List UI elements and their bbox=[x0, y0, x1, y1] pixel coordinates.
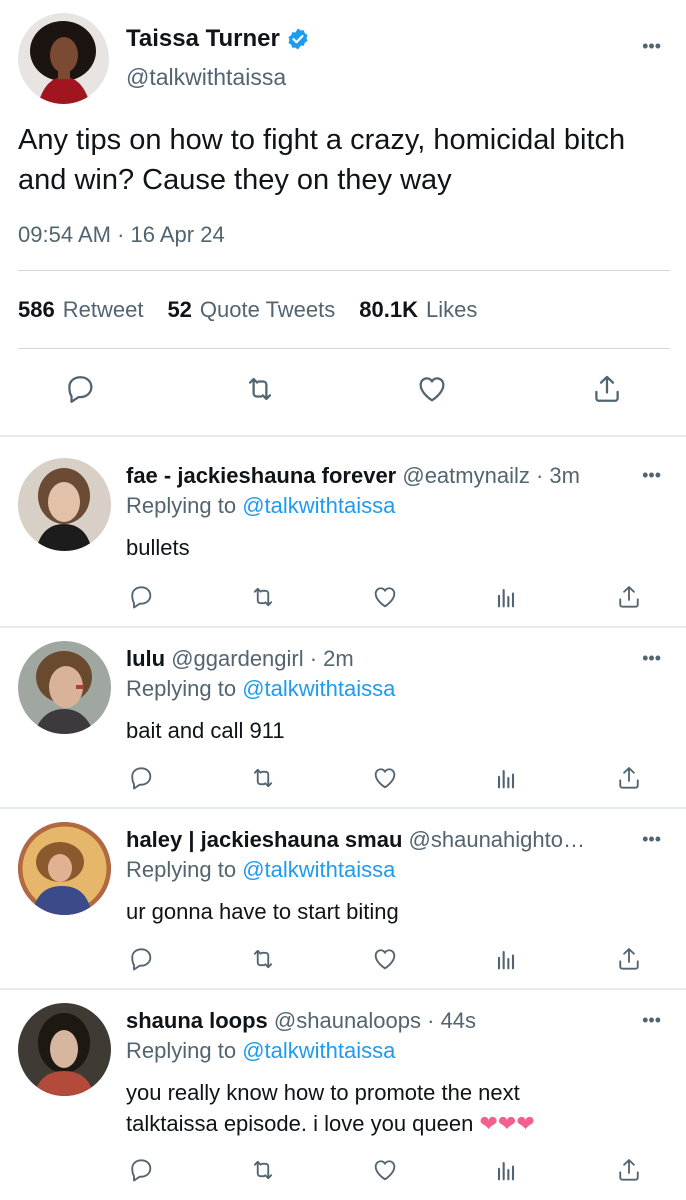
reply-text: you really know how to promote the next … bbox=[126, 1077, 646, 1139]
reply-tweet[interactable]: fae - jackieshauna forever @eatmynailz ·… bbox=[0, 437, 686, 617]
author-name-row: Taissa Turner bbox=[126, 24, 310, 54]
replying-to: Replying to @talkwithtaissa bbox=[126, 676, 395, 702]
heart-emoji-icon: ❤❤❤ bbox=[479, 1111, 535, 1136]
reply-actions bbox=[0, 945, 686, 985]
reply-actions bbox=[0, 583, 686, 623]
reply-tweet[interactable]: lulu @ggardengirl · 2m ••• Replying to @… bbox=[0, 620, 686, 800]
divider bbox=[18, 270, 670, 271]
quotes-stat[interactable]: 52 Quote Tweets bbox=[167, 297, 335, 323]
heart-icon[interactable] bbox=[371, 945, 399, 973]
reply-icon[interactable] bbox=[127, 764, 155, 792]
reply-author-meta[interactable]: @ggardengirl · 2m bbox=[165, 646, 354, 671]
share-icon[interactable] bbox=[615, 945, 643, 973]
reply-author-name[interactable]: lulu bbox=[126, 646, 165, 671]
heart-icon[interactable] bbox=[371, 583, 399, 611]
likes-count: 80.1K bbox=[359, 297, 418, 322]
reply-header: fae - jackieshauna forever @eatmynailz ·… bbox=[126, 463, 626, 489]
likes-stat[interactable]: 80.1K Likes bbox=[359, 297, 477, 323]
reply-author-name[interactable]: haley | jackieshauna smau bbox=[126, 827, 402, 852]
reply-text-line: you really know how to promote the next bbox=[126, 1080, 520, 1105]
tweet-timestamp[interactable]: 09:54 AM · 16 Apr 24 bbox=[18, 222, 225, 248]
analytics-icon[interactable] bbox=[492, 1156, 520, 1184]
avatar[interactable] bbox=[18, 822, 111, 915]
reply-text-segment: talktaissa episode. i love you queen bbox=[126, 1111, 480, 1136]
replying-prefix: Replying to bbox=[126, 676, 243, 701]
reply-icon[interactable] bbox=[127, 945, 155, 973]
reply-tweet[interactable]: shauna loops @shaunaloops · 44s ••• Repl… bbox=[0, 982, 686, 1200]
heart-icon[interactable] bbox=[371, 764, 399, 792]
reply-icon[interactable] bbox=[127, 1156, 155, 1184]
replying-handle-link[interactable]: @talkwithtaissa bbox=[242, 676, 395, 701]
reply-tweet[interactable]: haley | jackieshauna smau @shaunahighto…… bbox=[0, 801, 686, 981]
replying-to: Replying to @talkwithtaissa bbox=[126, 857, 395, 883]
share-icon[interactable] bbox=[615, 764, 643, 792]
reply-header: lulu @ggardengirl · 2m bbox=[126, 646, 626, 672]
replying-handle-link[interactable]: @talkwithtaissa bbox=[242, 857, 395, 882]
more-options-icon[interactable]: ••• bbox=[642, 829, 661, 850]
replying-prefix: Replying to bbox=[126, 857, 243, 882]
main-tweet: Taissa Turner @talkwithtaissa ••• Any ti… bbox=[0, 0, 686, 436]
retweets-count: 586 bbox=[18, 297, 55, 322]
replying-handle-link[interactable]: @talkwithtaissa bbox=[242, 493, 395, 518]
replying-prefix: Replying to bbox=[126, 1038, 243, 1063]
author-handle[interactable]: @talkwithtaissa bbox=[126, 64, 286, 91]
reply-text-line: talktaissa episode. i love you queen ❤❤❤ bbox=[126, 1108, 646, 1139]
reply-text: bait and call 911 bbox=[126, 718, 285, 743]
reply-header: shauna loops @shaunaloops · 44s bbox=[126, 1008, 626, 1034]
reply-author-meta[interactable]: @shaunahighto… bbox=[402, 827, 585, 852]
retweet-icon[interactable] bbox=[249, 583, 277, 611]
avatar[interactable] bbox=[18, 13, 109, 104]
reply-author-name[interactable]: fae - jackieshauna forever bbox=[126, 463, 396, 488]
analytics-icon[interactable] bbox=[492, 945, 520, 973]
replying-prefix: Replying to bbox=[126, 493, 243, 518]
avatar[interactable] bbox=[18, 458, 111, 551]
more-options-icon[interactable]: ••• bbox=[642, 465, 661, 486]
quotes-label: Quote Tweets bbox=[199, 297, 336, 322]
retweets-label: Retweet bbox=[62, 297, 144, 322]
share-icon[interactable] bbox=[590, 372, 624, 406]
verified-badge-icon bbox=[286, 27, 310, 51]
avatar[interactable] bbox=[18, 641, 111, 734]
tweet-text: Any tips on how to fight a crazy, homici… bbox=[18, 124, 626, 196]
analytics-icon[interactable] bbox=[492, 583, 520, 611]
retweets-stat[interactable]: 586 Retweet bbox=[18, 297, 143, 323]
replying-handle-link[interactable]: @talkwithtaissa bbox=[242, 1038, 395, 1063]
replying-to: Replying to @talkwithtaissa bbox=[126, 1038, 395, 1064]
retweet-icon[interactable] bbox=[249, 1156, 277, 1184]
reply-author-name[interactable]: shauna loops bbox=[126, 1008, 268, 1033]
share-icon[interactable] bbox=[615, 583, 643, 611]
retweet-icon[interactable] bbox=[243, 372, 277, 406]
retweet-icon[interactable] bbox=[249, 764, 277, 792]
reply-icon[interactable] bbox=[63, 372, 97, 406]
heart-icon[interactable] bbox=[371, 1156, 399, 1184]
reply-author-meta[interactable]: @eatmynailz · 3m bbox=[396, 463, 580, 488]
tweet-actions bbox=[0, 366, 686, 416]
tweet-stats: 586 Retweet 52 Quote Tweets 80.1K Likes bbox=[18, 297, 501, 323]
replying-to: Replying to @talkwithtaissa bbox=[126, 493, 395, 519]
share-icon[interactable] bbox=[615, 1156, 643, 1184]
divider bbox=[18, 348, 670, 349]
more-options-icon[interactable]: ••• bbox=[642, 1010, 661, 1031]
reply-text: ur gonna have to start biting bbox=[126, 899, 399, 924]
reply-icon[interactable] bbox=[127, 583, 155, 611]
avatar[interactable] bbox=[18, 1003, 111, 1096]
analytics-icon[interactable] bbox=[492, 764, 520, 792]
retweet-icon[interactable] bbox=[249, 945, 277, 973]
reply-actions bbox=[0, 764, 686, 804]
quotes-count: 52 bbox=[167, 297, 192, 322]
more-options-icon[interactable]: ••• bbox=[642, 648, 661, 669]
reply-text: bullets bbox=[126, 535, 190, 560]
reply-actions bbox=[0, 1156, 686, 1196]
reply-author-meta[interactable]: @shaunaloops · 44s bbox=[268, 1008, 476, 1033]
likes-label: Likes bbox=[425, 297, 478, 322]
heart-icon[interactable] bbox=[415, 372, 449, 406]
author-name[interactable]: Taissa Turner bbox=[126, 25, 280, 53]
reply-header: haley | jackieshauna smau @shaunahighto… bbox=[126, 827, 626, 853]
more-options-icon[interactable]: ••• bbox=[642, 36, 661, 57]
